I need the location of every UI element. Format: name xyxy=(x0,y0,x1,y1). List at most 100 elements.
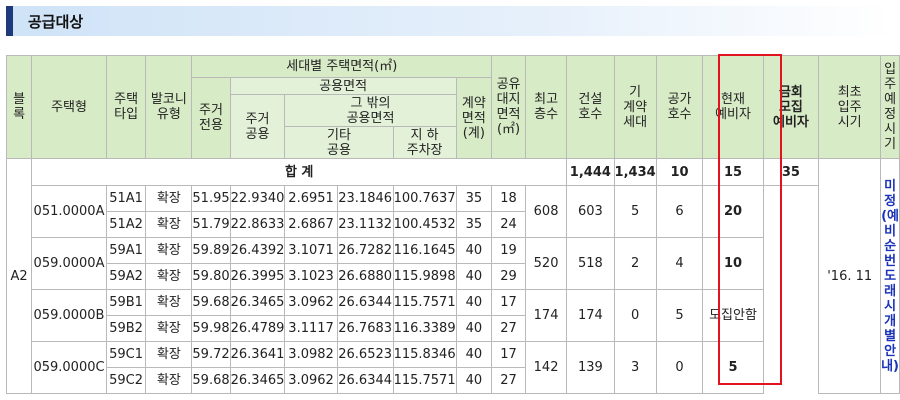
vacant-cell: 2 xyxy=(613,237,657,290)
reserve-cell: 5 xyxy=(655,289,704,342)
other-common-cell: 3.0962 xyxy=(284,367,338,394)
reserve-cell: 4 xyxy=(655,237,704,290)
contract-area-cell: 115.8346 xyxy=(392,341,457,368)
land-share-cell: 40 xyxy=(455,237,493,264)
type-cell: 51A1 xyxy=(105,185,147,212)
contract-area-cell: 116.3389 xyxy=(392,315,457,342)
residential-common-cell: 26.3641 xyxy=(229,341,286,368)
built-cell: 520 xyxy=(524,237,568,290)
type-cell: 51A2 xyxy=(105,211,147,238)
top-floor-cell: 18 xyxy=(491,185,526,212)
vacant-cell: 5 xyxy=(613,185,657,238)
header-other-common: 기타 공용 xyxy=(284,126,394,159)
exclusive-cell: 59.89 xyxy=(191,237,231,264)
parking-cell: 26.7683 xyxy=(336,315,394,342)
balcony-cell: 확장 xyxy=(145,289,193,316)
residential-common-cell: 26.4789 xyxy=(229,315,286,342)
block-cell: A2 xyxy=(5,158,33,394)
exclusive-cell: 51.79 xyxy=(191,211,231,238)
header-common-group: 공용면적 xyxy=(229,77,457,95)
header-type: 주택 타입 xyxy=(105,55,147,159)
land-share-cell: 35 xyxy=(455,185,493,212)
other-common-cell: 2.6951 xyxy=(284,185,338,212)
table-row: 59C2 확장 59.68 26.3465 3.0962 26.6344 115.7571 4… xyxy=(7,367,900,394)
recruit-cell: 20 xyxy=(702,185,764,238)
type-cell: 59B1 xyxy=(105,289,147,316)
section-header: 공급대상 xyxy=(6,6,894,36)
total-vacant: 10 xyxy=(655,158,704,186)
contract-area-cell: 115.9898 xyxy=(392,263,457,290)
residential-common-cell: 22.8633 xyxy=(229,211,286,238)
header-recruit: 금회 모집 예비자 xyxy=(762,55,820,159)
other-common-cell: 3.0962 xyxy=(284,289,338,316)
total-contracted: 1,434 xyxy=(613,158,657,186)
exclusive-cell: 51.95 xyxy=(191,185,231,212)
table-row: 051.0000A 51A1 확장 51.95 22.9340 2.6951 23.1846… xyxy=(7,185,900,238)
type-cell: 59C1 xyxy=(105,341,147,368)
header-housing-type: 주택형 xyxy=(31,55,107,159)
contract-area-cell: 100.7637 xyxy=(392,185,457,212)
header-land-share: 공유 대지 면적 (㎡) xyxy=(491,55,526,159)
contract-area-cell: 115.7571 xyxy=(392,289,457,316)
header-current-reserve: 현재 예비자 xyxy=(702,55,764,159)
recruit-cell: 10 xyxy=(702,237,764,290)
land-share-cell: 35 xyxy=(455,211,493,238)
residential-common-cell: 26.3465 xyxy=(229,289,286,316)
header-contract-area: 계약 면적 (계) xyxy=(455,77,493,159)
header-block: 블록 xyxy=(5,55,33,159)
total-recruit: 35 xyxy=(762,158,820,186)
table-row: 059.0000B 59B1 확장 59.68 26.3465 3.0962 26.6344… xyxy=(7,289,900,342)
built-cell: 142 xyxy=(524,341,568,394)
total-built: 1,444 xyxy=(566,158,615,186)
contracted-cell: 174 xyxy=(566,289,615,342)
land-share-cell: 40 xyxy=(455,367,493,394)
header-top-floor: 최고 층수 xyxy=(524,55,568,159)
built-cell: 608 xyxy=(524,185,568,238)
total-reserve: 15 xyxy=(702,158,764,186)
header-parking: 지 하 주차장 xyxy=(392,126,457,159)
first-move-in-cell: '16. 11 xyxy=(818,158,882,394)
built-cell: 174 xyxy=(524,289,568,342)
contract-area-cell: 115.7571 xyxy=(392,367,457,394)
header-first-move-in: 최초 입주 시기 xyxy=(818,55,882,159)
land-share-cell: 40 xyxy=(455,263,493,290)
top-floor-cell: 27 xyxy=(491,367,526,394)
other-common-cell: 2.6867 xyxy=(284,211,338,238)
table-row: 59A2 확장 59.80 26.3995 3.1023 26.6880 115.9898 4… xyxy=(7,263,900,290)
parking-cell: 23.1846 xyxy=(336,185,394,212)
exclusive-cell: 59.72 xyxy=(191,341,231,368)
reserve-cell: 0 xyxy=(655,341,704,394)
table-row: 59B2 확장 59.98 26.4789 3.1117 26.7683 116.3389 4… xyxy=(7,315,900,342)
table-row: 059.0000A 59A1 확장 59.89 26.4392 3.1071 26.7282… xyxy=(7,237,900,290)
residential-common-cell: 22.9340 xyxy=(229,185,286,212)
section-title: 공급대상 xyxy=(28,13,84,31)
contracted-cell: 518 xyxy=(566,237,615,290)
contracted-cell: 139 xyxy=(566,341,615,394)
recruit-cell: 모집안함 xyxy=(702,289,764,342)
type-cell: 59A1 xyxy=(105,237,147,264)
recruit-cell: 5 xyxy=(702,341,764,394)
vacant-cell: 0 xyxy=(613,289,657,342)
planned-move-in-cell: 미정 (예비순번 도래시 개별안내) xyxy=(880,158,900,394)
parking-cell: 26.6344 xyxy=(336,367,394,394)
parking-cell: 23.1132 xyxy=(336,211,394,238)
type-cell: 59B2 xyxy=(105,315,147,342)
header-other-common-group: 그 밖의 공용면적 xyxy=(284,94,457,127)
house-type-cell: 059.0000B xyxy=(31,289,107,342)
residential-common-cell: 26.4392 xyxy=(229,237,286,264)
house-type-cell: 059.0000A xyxy=(31,237,107,290)
balcony-cell: 확장 xyxy=(145,211,193,238)
land-share-cell: 40 xyxy=(455,289,493,316)
header-area-group: 세대별 주택면적(㎡) xyxy=(191,55,493,78)
parking-cell: 26.6523 xyxy=(336,341,394,368)
other-common-cell: 3.1117 xyxy=(284,315,338,342)
total-row: A2 합 계 1,444 1,434 10 15 35'16. 11 미정 (예비순번 도래시 개별… xyxy=(5,158,900,394)
top-floor-cell: 29 xyxy=(491,263,526,290)
header-planned-move-in: 입주 예정 시기 xyxy=(880,55,900,159)
balcony-cell: 확장 xyxy=(145,185,193,212)
reserve-cell: 6 xyxy=(655,185,704,238)
vacant-cell: 3 xyxy=(613,341,657,394)
table-row: 51A2 확장 51.79 22.8633 2.6867 23.1132 100.4532 3… xyxy=(7,211,900,238)
top-floor-cell: 27 xyxy=(491,315,526,342)
type-cell: 59A2 xyxy=(105,263,147,290)
